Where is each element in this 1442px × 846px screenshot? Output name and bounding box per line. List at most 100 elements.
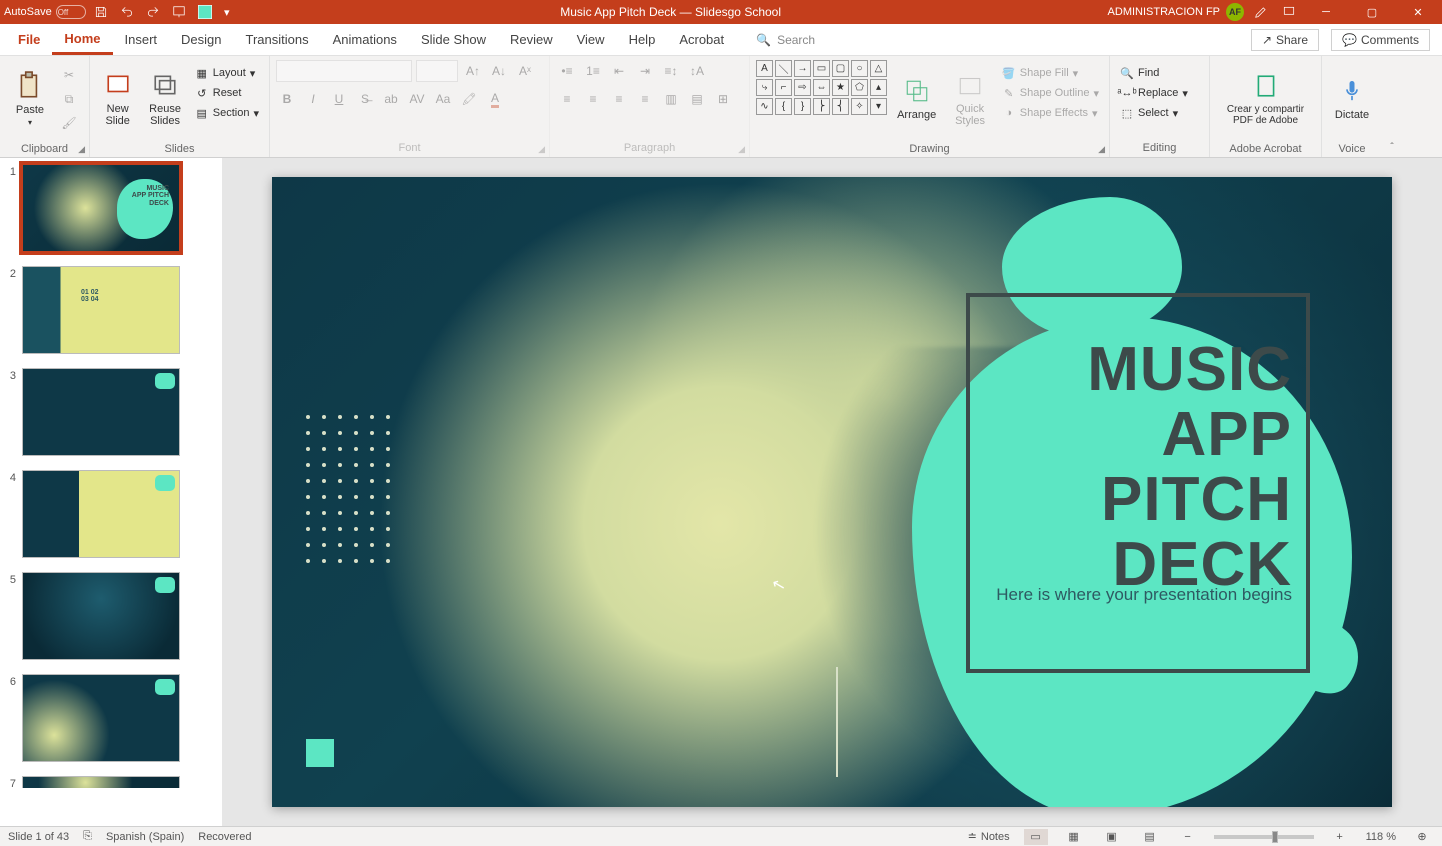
zoom-slider[interactable] [1214,835,1314,839]
line-spacing-icon[interactable]: ≡↕ [660,60,682,82]
tab-insert[interactable]: Insert [113,24,170,55]
tab-design[interactable]: Design [169,24,233,55]
shape-effects-button[interactable]: ◑Shape Effects▾ [998,104,1103,122]
accessibility-icon[interactable]: ⎘ [83,830,92,843]
normal-view-icon[interactable]: ▭ [1024,829,1048,845]
smartart-icon[interactable]: ⊞ [712,88,734,110]
collapse-ribbon-icon[interactable]: ˆ [1390,142,1393,153]
acrobat-create-pdf-button[interactable]: Crear y compartir PDF de Adobe [1216,60,1315,136]
shape-textbox-icon[interactable]: A [756,60,773,77]
format-painter-icon[interactable]: 🖌 [58,112,80,134]
decrease-font-icon[interactable]: A↓ [488,60,510,82]
cut-icon[interactable]: ✂ [58,64,80,86]
font-family-input[interactable] [276,60,412,82]
quick-styles-button[interactable]: Quick Styles [946,60,993,136]
thumbnail-6[interactable]: PROBLEM [22,674,180,762]
shape-arrow-icon[interactable]: → [794,60,811,77]
undo-icon[interactable] [116,2,138,22]
thumbnail-2[interactable]: 01 02 03 04 [22,266,180,354]
align-right-icon[interactable]: ≡ [608,88,630,110]
shadow-icon[interactable]: ab [380,88,402,110]
italic-icon[interactable]: I [302,88,324,110]
align-center-icon[interactable]: ≡ [582,88,604,110]
thumbnail-4[interactable]: OUR COMPANY [22,470,180,558]
align-text-icon[interactable]: ▤ [686,88,708,110]
shape-triangle-icon[interactable]: △ [870,60,887,77]
thumbnail-5[interactable] [22,572,180,660]
tab-animations[interactable]: Animations [321,24,409,55]
reset-button[interactable]: ↺Reset [191,84,263,102]
tab-transitions[interactable]: Transitions [234,24,321,55]
shape-oval-icon[interactable]: ○ [851,60,868,77]
char-spacing-icon[interactable]: AV [406,88,428,110]
align-left-icon[interactable]: ≡ [556,88,578,110]
language-indicator[interactable]: Spanish (Spain) [106,831,184,843]
clear-formatting-icon[interactable]: Aˣ [514,60,536,82]
shape-bidir-icon[interactable]: ⇔ [813,79,830,96]
tab-acrobat[interactable]: Acrobat [667,24,736,55]
autosave-toggle[interactable]: AutoSave Off [4,5,86,19]
highlight-icon[interactable]: 🖍 [458,88,480,110]
underline-icon[interactable]: U [328,88,350,110]
fit-to-window-icon[interactable]: ⊕ [1410,829,1434,845]
new-slide-button[interactable]: New Slide [96,60,139,136]
shape-blockarrow-icon[interactable]: ⇨ [794,79,811,96]
slide-position[interactable]: Slide 1 of 43 [8,831,69,843]
shape-brace3-icon[interactable]: ⎨ [832,98,849,115]
search-icon[interactable]: 🔍 [756,33,771,47]
numbering-icon[interactable]: 1≡ [582,60,604,82]
comments-button[interactable]: 💬Comments [1331,29,1430,51]
search-input[interactable]: Search [777,33,815,47]
bullets-icon[interactable]: •≡ [556,60,578,82]
shape-elbow-icon[interactable]: ⌐ [775,79,792,96]
recovered-indicator[interactable]: Recovered [198,831,251,843]
shape-line-icon[interactable]: ＼ [775,60,792,77]
thumbnail-1[interactable]: MUSIC APP PITCH DECK [22,164,180,252]
qat-color-swatch[interactable] [194,2,216,22]
text-direction-icon[interactable]: ↕A [686,60,708,82]
find-button[interactable]: 🔍Find [1116,64,1192,82]
shape-star-icon[interactable]: ★ [832,79,849,96]
justify-icon[interactable]: ≡ [634,88,656,110]
strikethrough-icon[interactable]: S̶ [354,88,376,110]
slide-canvas-area[interactable]: MUSIC APP PITCH DECK Here is where your … [222,158,1442,826]
zoom-level[interactable]: 118 % [1366,831,1396,843]
font-color-icon[interactable]: A [484,88,506,110]
close-icon[interactable]: ✕ [1398,0,1438,24]
clipboard-launcher-icon[interactable]: ◢ [78,144,85,155]
share-button[interactable]: ↗Share [1251,29,1319,51]
shape-outline-button[interactable]: ✎Shape Outline▾ [998,84,1103,102]
redo-icon[interactable] [142,2,164,22]
columns-icon[interactable]: ▥ [660,88,682,110]
drawing-launcher-icon[interactable]: ◢ [1098,144,1105,155]
ribbon-display-icon[interactable] [1278,2,1300,22]
shape-rbrace-icon[interactable]: } [794,98,811,115]
select-button[interactable]: ⬚Select▾ [1116,104,1192,122]
shape-fill-button[interactable]: 🪣Shape Fill▾ [998,64,1103,82]
increase-font-icon[interactable]: A↑ [462,60,484,82]
shape-callout-icon[interactable]: ✧ [851,98,868,115]
drawing-mode-icon[interactable] [1250,2,1272,22]
reading-view-icon[interactable]: ▣ [1100,829,1124,845]
user-avatar[interactable]: AF [1226,3,1244,21]
tab-home[interactable]: Home [52,24,112,55]
maximize-icon[interactable]: ▢ [1352,0,1392,24]
tab-view[interactable]: View [565,24,617,55]
tab-help[interactable]: Help [617,24,668,55]
notes-button[interactable]: ≐ Notes [968,830,1010,843]
paragraph-launcher-icon[interactable]: ◢ [738,144,745,155]
shapes-gallery[interactable]: A ＼ → ▭ ▢ ○ △ ⤷ ⌐ ⇨ ⇔ ★ ⬠ ▴ [756,60,887,115]
section-button[interactable]: ▤Section▾ [191,104,263,122]
tab-file[interactable]: File [6,24,52,55]
reuse-slides-button[interactable]: Reuse Slides [143,60,186,136]
start-from-beginning-icon[interactable] [168,2,190,22]
qat-more-icon[interactable]: ▾ [220,2,234,22]
save-icon[interactable] [90,2,112,22]
shape-brace2-icon[interactable]: ⎬ [813,98,830,115]
slide-1[interactable]: MUSIC APP PITCH DECK Here is where your … [272,177,1392,807]
shape-more-up-icon[interactable]: ▴ [870,79,887,96]
dictate-button[interactable]: Dictate [1328,60,1376,136]
zoom-in-icon[interactable]: + [1328,829,1352,845]
increase-indent-icon[interactable]: ⇥ [634,60,656,82]
copy-icon[interactable]: ⧉ [58,88,80,110]
